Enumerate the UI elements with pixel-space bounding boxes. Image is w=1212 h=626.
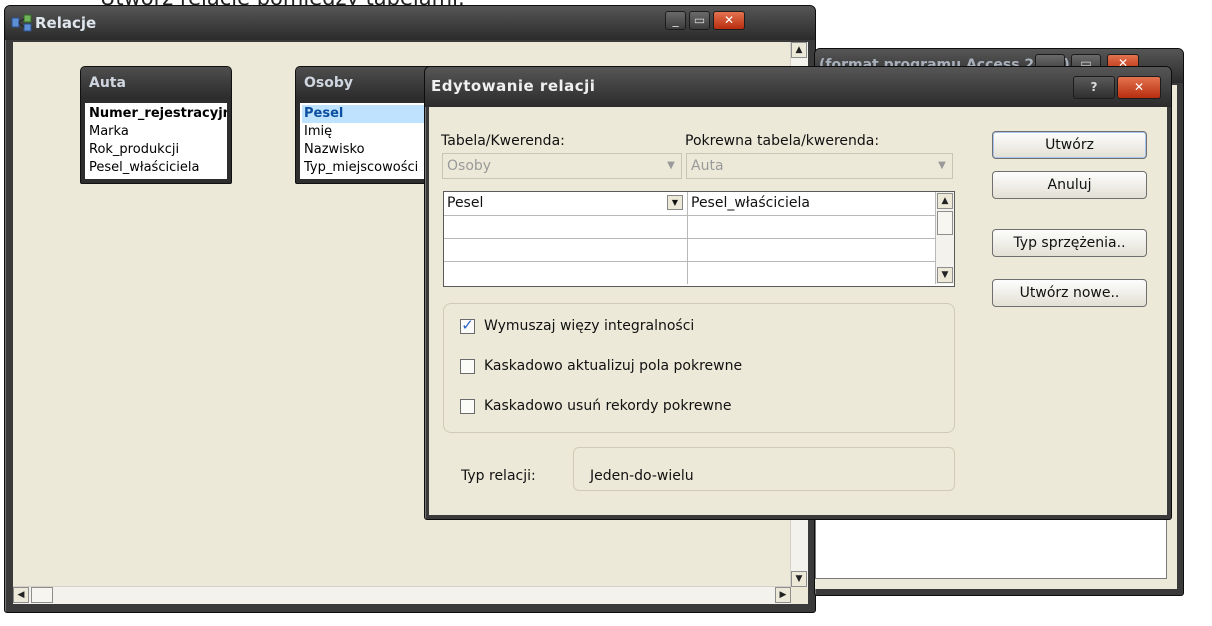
create-button[interactable]: Utwórz: [992, 131, 1147, 159]
table-combo-value: Osoby: [447, 158, 492, 174]
field-mapping-grid[interactable]: Pesel ▼ Pesel_właściciela ▲ ▼: [443, 191, 955, 287]
scroll-thumb[interactable]: [31, 587, 53, 603]
scroll-down-arrow-icon[interactable]: ▼: [937, 267, 953, 283]
table-title-auta[interactable]: Auta: [81, 67, 231, 99]
scroll-right-arrow-icon[interactable]: ▶: [775, 587, 791, 603]
enforce-integrity-label[interactable]: Wymuszaj więzy integralności: [484, 318, 694, 334]
relations-app-icon: [11, 14, 33, 36]
cascade-delete-checkbox[interactable]: [460, 399, 475, 414]
relacje-title: Relacje: [35, 14, 97, 32]
field-item[interactable]: Typ_miejscowości: [302, 159, 440, 177]
horizontal-scrollbar[interactable]: ◀ ▶: [13, 586, 791, 604]
scroll-up-arrow-icon[interactable]: ▲: [937, 193, 953, 209]
field-item[interactable]: Rok_produkcji: [87, 141, 225, 159]
scroll-up-arrow-icon[interactable]: ▲: [791, 42, 807, 58]
field-item[interactable]: Marka: [87, 123, 225, 141]
scroll-left-arrow-icon[interactable]: ◀: [13, 587, 29, 603]
table-label: Tabela/Kwerenda:: [441, 133, 565, 149]
dialog-close-button[interactable]: ✕: [1117, 76, 1161, 99]
cascade-delete-label[interactable]: Kaskadowo usuń rekordy pokrewne: [484, 398, 731, 414]
grid-row[interactable]: [444, 238, 935, 262]
grid-row[interactable]: [444, 215, 935, 239]
related-table-label: Pokrewna tabela/kwerenda:: [685, 133, 880, 149]
grid-cell-right[interactable]: [688, 215, 934, 238]
scroll-thumb[interactable]: [937, 211, 953, 235]
chevron-down-icon[interactable]: ▼: [663, 157, 679, 175]
field-list-osoby[interactable]: Pesel Imię Nazwisko Typ_miejscowości: [300, 103, 442, 179]
join-type-button[interactable]: Typ sprzężenia..: [992, 229, 1147, 257]
grid-cell-right[interactable]: [688, 238, 934, 261]
cancel-button[interactable]: Anuluj: [992, 171, 1147, 199]
close-button[interactable]: ✕: [713, 11, 745, 30]
field-item[interactable]: Pesel_właściciela: [87, 159, 225, 177]
related-table-combo[interactable]: Auta ▼: [686, 153, 953, 179]
field-item[interactable]: Nazwisko: [302, 141, 440, 159]
edit-relations-dialog: Edytowanie relacji ? ✕ Tabela/Kwerenda: …: [424, 66, 1172, 520]
dialog-client: Tabela/Kwerenda: Pokrewna tabela/kwerend…: [429, 107, 1167, 515]
grid-cell-right[interactable]: [688, 261, 934, 284]
help-button[interactable]: ?: [1073, 76, 1115, 99]
related-combo-value: Auta: [691, 158, 724, 174]
maximize-button[interactable]: ▭: [689, 11, 710, 30]
enforce-integrity-checkbox[interactable]: ✓: [460, 318, 475, 334]
field-list-auta[interactable]: Numer_rejestracyjny Marka Rok_produkcji …: [85, 103, 227, 179]
chevron-down-icon[interactable]: ▼: [934, 157, 950, 175]
relation-type-value: Jeden-do-wielu: [590, 468, 694, 484]
integrity-options-group: ✓ Wymuszaj więzy integralności Kaskadowo…: [443, 303, 955, 433]
field-item[interactable]: Pesel: [302, 105, 440, 123]
table-box-auta[interactable]: Auta Numer_rejestracyjny Marka Rok_produ…: [80, 66, 232, 184]
relation-type-box: Jeden-do-wielu: [573, 447, 955, 491]
grid-row[interactable]: [444, 261, 935, 284]
grid-row[interactable]: Pesel ▼ Pesel_właściciela: [444, 192, 935, 216]
grid-cell-left[interactable]: [444, 261, 688, 284]
chevron-down-icon[interactable]: ▼: [667, 195, 683, 210]
grid-scrollbar[interactable]: ▲ ▼: [935, 192, 954, 284]
cascade-update-checkbox[interactable]: [460, 359, 475, 374]
field-item[interactable]: Numer_rejestracyjny: [87, 105, 227, 123]
grid-cell-left[interactable]: Pesel ▼: [444, 192, 688, 215]
grid-cell-left[interactable]: [444, 215, 688, 238]
create-new-button[interactable]: Utwórz nowe..: [992, 279, 1147, 307]
minimize-button[interactable]: _: [665, 11, 686, 30]
grid-cell-right[interactable]: Pesel_właściciela: [688, 192, 934, 215]
table-combo[interactable]: Osoby ▼: [442, 153, 682, 179]
cascade-update-label[interactable]: Kaskadowo aktualizuj pola pokrewne: [484, 358, 742, 374]
relacje-titlebar[interactable]: Relacje _ ▭ ✕: [5, 6, 815, 40]
field-item[interactable]: Imię: [302, 123, 440, 141]
grid-cell-left[interactable]: [444, 238, 688, 261]
grid-cell-text: Pesel: [447, 195, 484, 211]
relation-type-label: Typ relacji:: [461, 468, 536, 484]
scroll-down-arrow-icon[interactable]: ▼: [791, 571, 807, 587]
dialog-title: Edytowanie relacji: [431, 77, 596, 95]
dialog-titlebar[interactable]: Edytowanie relacji ? ✕: [425, 67, 1171, 107]
